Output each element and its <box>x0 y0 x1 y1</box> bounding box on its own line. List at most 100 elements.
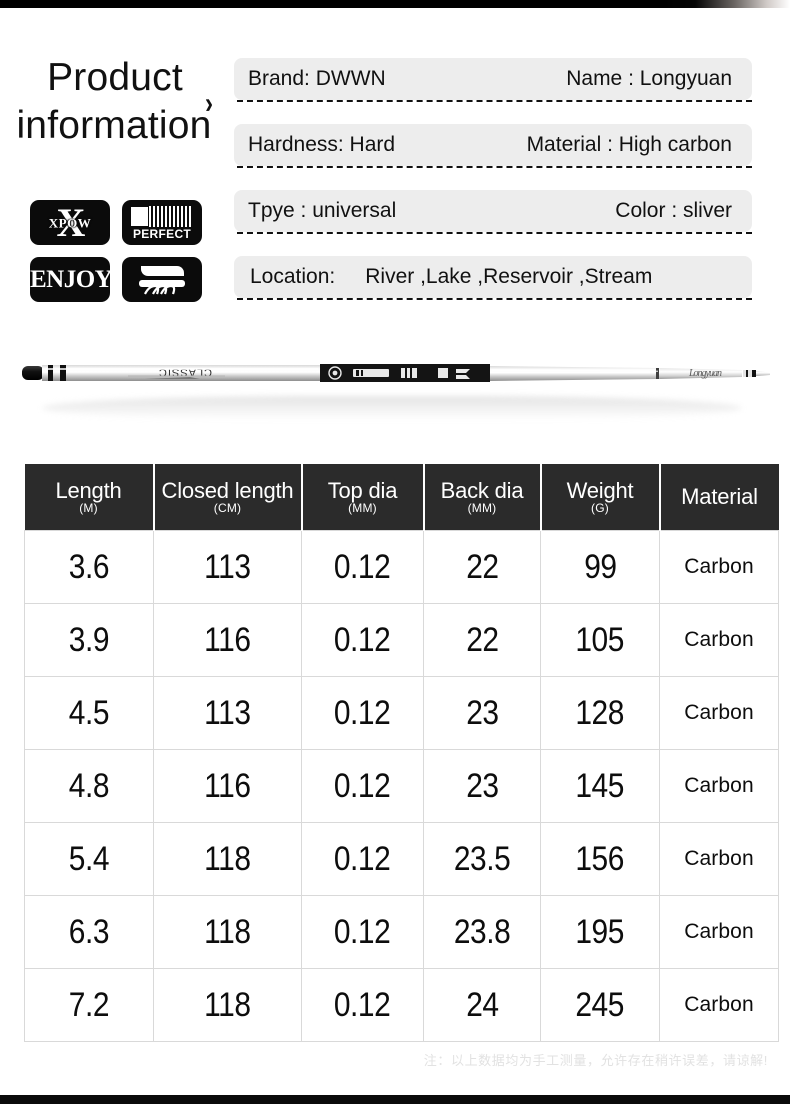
cell-value: 0.12 <box>334 766 391 805</box>
product-spec-list: Brand: DWWN Name : Longyuan Hardness: Ha… <box>234 58 752 300</box>
spec-row-type-text: Tpye : universal Color : sliver <box>234 190 752 232</box>
cell-value: 23.8 <box>453 912 511 951</box>
cell-top-dia: 0.12 <box>301 603 424 677</box>
cell-material: Carbon <box>659 749 779 823</box>
column-header-material-name: Material <box>681 483 758 509</box>
grip-badge <box>122 257 202 302</box>
spec-row-hardness: Hardness: Hard Material : High carbon <box>234 124 752 168</box>
cell-top-dia: 0.12 <box>301 530 424 604</box>
cell-value: 22 <box>465 620 499 659</box>
cell-closed-length: 118 <box>153 968 302 1042</box>
cell-value: Carbon <box>684 701 754 724</box>
cell-top-dia: 0.12 <box>301 749 424 823</box>
cell-value: 3.6 <box>68 547 110 586</box>
page-title: Product information › <box>8 58 220 145</box>
measurement-disclaimer: 注：以上数据均为手工测量，允许存在稍许误差，请谅解! <box>423 1053 768 1068</box>
cell-closed-length: 118 <box>153 895 302 969</box>
cell-value: 145 <box>575 766 625 805</box>
cell-value: 118 <box>204 839 251 878</box>
cell-value: 22 <box>465 547 499 586</box>
column-header-closed-length-name: Closed length <box>161 478 294 504</box>
column-header-closed-length-unit: (CM) <box>213 500 242 515</box>
spec-name-label: Name : Longyuan <box>566 67 732 90</box>
cell-closed-length: 113 <box>153 530 302 604</box>
cell-weight: 99 <box>540 530 660 604</box>
cell-value: 245 <box>575 985 625 1024</box>
cell-value: 116 <box>204 766 251 805</box>
cell-value: 3.9 <box>68 620 110 659</box>
cell-length: 3.6 <box>24 530 154 604</box>
cell-value: Carbon <box>684 847 754 870</box>
column-header-length-unit: (M) <box>79 500 98 515</box>
cell-value: 6.3 <box>68 912 110 951</box>
cell-value: Carbon <box>684 920 754 943</box>
cell-value: 0.12 <box>334 839 391 878</box>
cell-weight: 156 <box>540 822 660 896</box>
spec-type-label: Tpye : universal <box>248 199 397 222</box>
cell-value: 99 <box>583 547 617 586</box>
cell-value: 0.12 <box>334 985 391 1024</box>
spec-location-label: Location: <box>250 265 336 288</box>
column-header-length-name: Length <box>55 478 122 504</box>
cell-value: 24 <box>465 985 499 1024</box>
table-row: 4.5 113 0.12 23 128 Carbon <box>24 676 779 750</box>
cell-value: 113 <box>204 693 251 732</box>
cell-weight: 105 <box>540 603 660 677</box>
xpow-badge: X XPOW <box>30 200 110 245</box>
spec-row-brand-text: Brand: DWWN Name : Longyuan <box>234 58 752 100</box>
cell-weight: 195 <box>540 895 660 969</box>
cell-back-dia: 23.8 <box>423 895 541 969</box>
cell-value: 156 <box>575 839 625 878</box>
cell-material: Carbon <box>659 603 779 677</box>
cell-weight: 245 <box>540 968 660 1042</box>
spec-row-location-text: Location: River ,Lake ,Reservoir ,Stream <box>234 256 752 298</box>
cell-material: Carbon <box>659 968 779 1042</box>
cell-length: 4.5 <box>24 676 154 750</box>
cell-value: 23 <box>465 693 499 732</box>
cell-value: 105 <box>575 620 625 659</box>
comb-stripes-icon <box>149 206 193 227</box>
page-title-line-1: Product <box>47 56 183 99</box>
cell-value: 4.5 <box>68 693 110 732</box>
cell-value: 0.12 <box>334 693 391 732</box>
cell-value: 23 <box>465 766 499 805</box>
table-row: 4.8 116 0.12 23 145 Carbon <box>24 749 779 823</box>
perfect-badge-label: PERFECT <box>132 227 192 241</box>
cell-length: 4.8 <box>24 749 154 823</box>
spec-location-value: River ,Lake ,Reservoir ,Stream <box>365 265 653 288</box>
cell-length: 5.4 <box>24 822 154 896</box>
column-header-weight-unit: (G) <box>591 500 609 515</box>
cell-top-dia: 0.12 <box>301 676 424 750</box>
cell-material: Carbon <box>659 822 779 896</box>
table-header: Length (M) Closed length (CM) Top dia (M… <box>24 464 779 531</box>
cell-back-dia: 24 <box>423 968 541 1042</box>
spec-brand-label: Brand: DWWN <box>248 67 386 90</box>
page-title-line-2: information <box>16 104 212 147</box>
white-square-icon <box>131 207 148 226</box>
column-header-back-dia-unit: (MM) <box>467 500 497 515</box>
cell-closed-length: 116 <box>153 603 302 677</box>
cell-closed-length: 118 <box>153 822 302 896</box>
product-image-reflection <box>42 396 742 420</box>
table-row: 6.3 118 0.12 23.8 195 Carbon <box>24 895 779 969</box>
table-row: 3.6 113 0.12 22 99 Carbon <box>24 530 779 604</box>
spec-dashed-divider <box>237 298 752 300</box>
cell-back-dia: 22 <box>423 530 541 604</box>
table-body: 3.6 113 0.12 22 99 Carbon 3.9 116 0.12 2… <box>24 530 779 1042</box>
cell-closed-length: 113 <box>153 676 302 750</box>
column-header-material: Material <box>659 464 779 531</box>
cell-back-dia: 23 <box>423 749 541 823</box>
table-row: 3.9 116 0.12 22 105 Carbon <box>24 603 779 677</box>
cell-weight: 128 <box>540 676 660 750</box>
spec-row-brand: Brand: DWWN Name : Longyuan <box>234 58 752 102</box>
cell-value: 116 <box>204 620 251 659</box>
cell-value: Carbon <box>684 774 754 797</box>
top-black-band <box>0 0 790 8</box>
cell-value: 7.2 <box>68 985 110 1024</box>
fishing-rod-illustration: CLASSIC Longyuan <box>22 364 770 382</box>
column-header-top-dia: Top dia (MM) <box>301 464 425 531</box>
table-header-row: Length (M) Closed length (CM) Top dia (M… <box>24 464 779 531</box>
column-header-closed-length: Closed length (CM) <box>153 464 303 531</box>
cell-value: 128 <box>575 693 625 732</box>
cell-top-dia: 0.12 <box>301 895 424 969</box>
